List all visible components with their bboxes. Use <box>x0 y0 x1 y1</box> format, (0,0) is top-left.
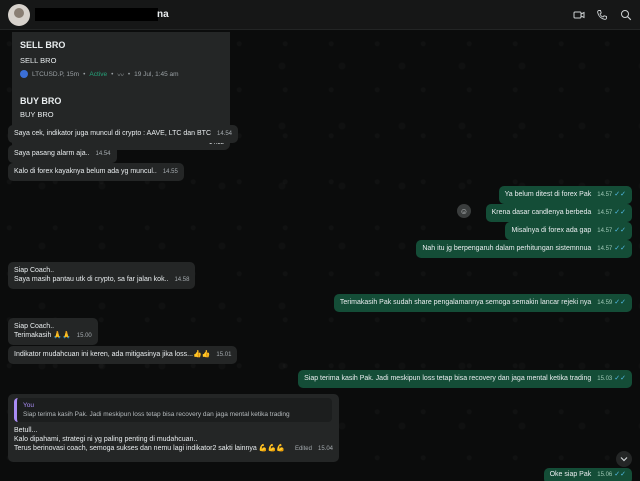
scroll-down-button[interactable] <box>616 451 632 467</box>
avatar[interactable] <box>8 4 30 26</box>
edited-label: Edited <box>294 446 312 452</box>
alert-meta: LTCUSD.P, 15m • Active • 〰 • 19 Jul, 1:4… <box>20 69 179 79</box>
message-outgoing[interactable]: Misalnya di forex ada gap 14.57 ✓✓ <box>505 222 632 240</box>
dot-separator: • <box>83 70 86 78</box>
message-text: Betull... <box>14 427 38 434</box>
message-outgoing[interactable]: Terimakasih Pak sudah share pengalamanny… <box>333 294 632 312</box>
message-time: 14.55 <box>162 169 178 175</box>
message-text: Misalnya di forex ada gap <box>511 227 592 234</box>
message-time: 15.06 <box>597 472 613 478</box>
read-ticks-icon: ✓✓ <box>614 191 626 198</box>
alert-subtitle-sell: SELL BRO <box>20 56 57 65</box>
message-text: Krena dasar candlenya berbeda <box>491 209 592 216</box>
message-time: 14.59 <box>597 300 613 306</box>
chat-header: na <box>0 0 640 30</box>
message-incoming[interactable]: Siap Coach.. Saya masih pantau utk di cr… <box>8 262 196 289</box>
read-ticks-icon: ✓✓ <box>614 471 626 478</box>
chevron-down-icon <box>620 457 628 462</box>
message-time: 14.57 <box>597 228 613 234</box>
message-time: 15.03 <box>597 376 613 382</box>
dot-separator: • <box>127 70 131 78</box>
read-ticks-icon: ✓✓ <box>614 209 626 216</box>
message-outgoing[interactable]: Siap terima kasih Pak. Jadi meskipun los… <box>298 370 632 388</box>
message-outgoing[interactable]: Oke siap Pak 15.06 ✓✓ <box>543 468 632 481</box>
video-icon[interactable] <box>573 9 585 21</box>
message-incoming[interactable]: Saya pasang alarm aja.. 14.54 <box>8 145 117 163</box>
alert-status: Active <box>89 70 108 78</box>
trend-icon: 〰 <box>117 72 124 79</box>
contact-name[interactable]: na <box>157 9 169 20</box>
message-incoming[interactable]: Indikator mudahcuan ini keren, ada mitig… <box>8 346 238 364</box>
phone-icon[interactable] <box>596 9 608 21</box>
ltc-coin-icon <box>20 70 28 78</box>
message-text: Ya belum ditest di forex Pak <box>504 191 592 198</box>
read-ticks-icon: ✓✓ <box>614 299 626 306</box>
read-ticks-icon: ✓✓ <box>614 227 626 234</box>
alert-subtitle-buy: BUY BRO <box>20 110 54 119</box>
message-text: Kalo dipahami, strategi ni yg paling pen… <box>14 436 198 443</box>
emoji-reaction-icon[interactable]: ☺ <box>457 204 471 218</box>
message-text: Saya masih pantau utk di crypto, sa far … <box>14 276 169 283</box>
message-text: Siap Coach.. <box>14 267 55 274</box>
message-incoming[interactable]: Saya cek, indikator juga muncul di crypt… <box>8 125 239 143</box>
message-outgoing[interactable]: Ya belum ditest di forex Pak 14.57 ✓✓ <box>498 186 632 204</box>
message-text: Saya pasang alarm aja.. <box>14 150 90 157</box>
message-time: 15.00 <box>76 333 92 339</box>
read-ticks-icon: ✓✓ <box>614 245 626 252</box>
search-icon[interactable] <box>620 9 632 21</box>
message-time: 14.58 <box>174 277 190 283</box>
message-text: Terus berinovasi coach, semoga sukses da… <box>14 445 285 452</box>
message-text: Siap terima kasih Pak. Jadi meskipun los… <box>304 375 592 382</box>
message-time: 14.54 <box>217 131 233 137</box>
message-time: 14.57 <box>597 210 613 216</box>
message-incoming[interactable]: Kalo di forex kayaknya belum ada yg munc… <box>8 163 184 181</box>
quote-author: You <box>23 402 34 409</box>
message-text: Saya cek, indikator juga muncul di crypt… <box>14 130 211 137</box>
message-text: Terimakasih 🙏🙏 <box>14 332 71 339</box>
message-text: Nah itu jg berpengaruh dalam perhitungan… <box>422 245 592 252</box>
quote-text: Siap terima kasih Pak. Jadi meskipun los… <box>23 411 290 418</box>
read-ticks-icon: ✓✓ <box>614 375 626 382</box>
message-time: 15.01 <box>216 352 232 358</box>
dot-separator: • <box>111 70 114 78</box>
message-text: Kalo di forex kayaknya belum ada yg munc… <box>14 168 157 175</box>
quoted-message[interactable]: You Siap terima kasih Pak. Jadi meskipun… <box>14 398 332 422</box>
message-time: 15.04 <box>317 446 333 452</box>
message-text: Oke siap Pak <box>549 471 592 478</box>
alert-title-sell: SELL BRO <box>20 40 66 50</box>
message-incoming[interactable]: Siap Coach.. Terimakasih 🙏🙏 15.00 <box>8 318 98 345</box>
alert-symbol: LTCUSD.P, 15m <box>32 70 80 78</box>
alert-title-buy: BUY BRO <box>20 96 62 106</box>
alert-date: 19 Jul, 1:45 am <box>134 70 179 78</box>
message-text: Indikator mudahcuan ini keren, ada mitig… <box>14 351 211 358</box>
message-outgoing[interactable]: Nah itu jg berpengaruh dalam perhitungan… <box>416 240 632 258</box>
message-incoming-reply[interactable]: You Siap terima kasih Pak. Jadi meskipun… <box>8 394 339 462</box>
message-time: 14.57 <box>597 246 613 252</box>
message-text: Terimakasih Pak sudah share pengalamanny… <box>339 299 592 306</box>
message-text: Siap Coach.. <box>14 323 55 330</box>
redacted-name <box>35 8 158 21</box>
message-time: 14.54 <box>95 151 111 157</box>
message-outgoing[interactable]: Krena dasar candlenya berbeda 14.57 ✓✓ <box>485 204 632 222</box>
message-time: 14.57 <box>597 192 613 198</box>
